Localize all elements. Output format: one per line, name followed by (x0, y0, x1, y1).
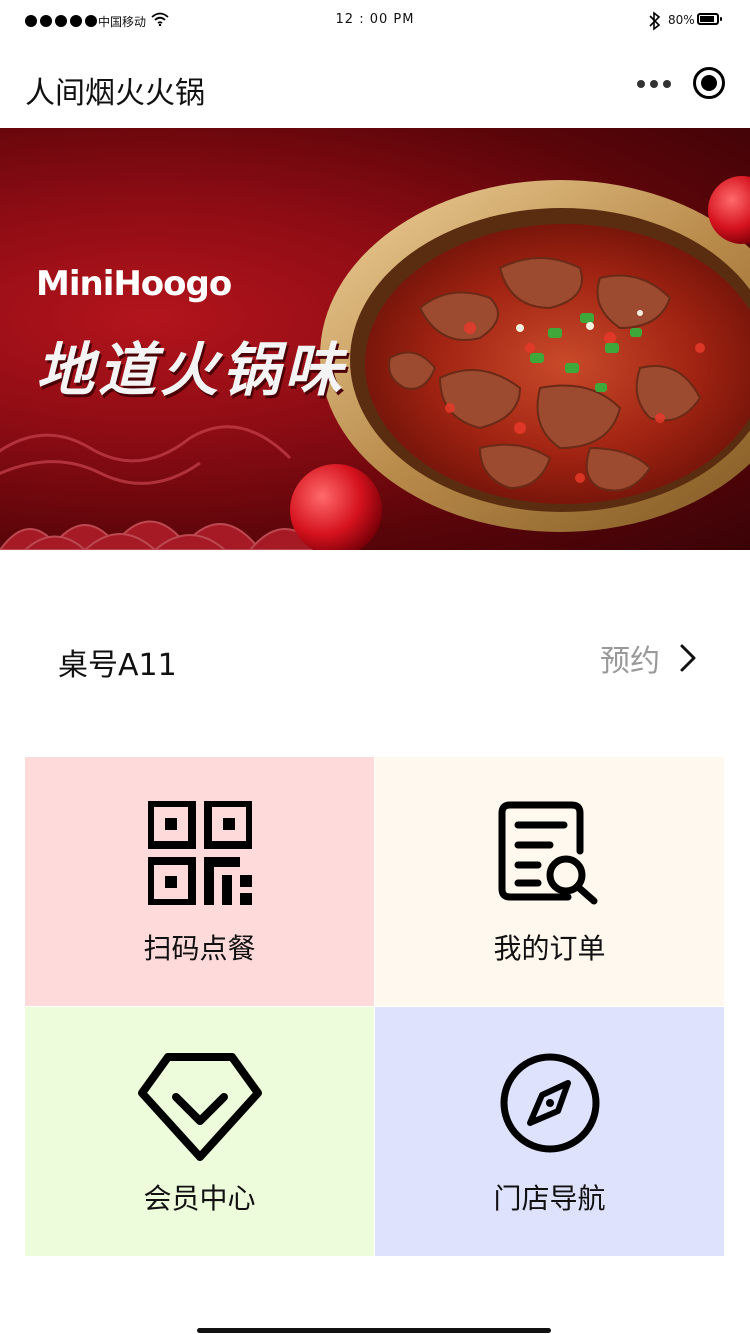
more-dots-icon[interactable] (637, 75, 677, 93)
diamond-icon (137, 1053, 262, 1161)
status-bar: 中国移动 12 : 00 PM 80% (0, 0, 750, 42)
tile-label: 会员中心 (143, 1182, 256, 1215)
bluetooth-icon (649, 11, 661, 31)
tile-my-orders[interactable]: 我的订单 (375, 757, 724, 1006)
battery-percent: 80% (668, 13, 695, 27)
compass-icon (500, 1053, 599, 1153)
table-number-row: 桌号A11 预约 (0, 600, 750, 716)
tile-member-center[interactable]: 会员中心 (25, 1007, 374, 1256)
order-search-icon (498, 801, 597, 905)
battery-icon (697, 13, 722, 25)
page-title: 人间烟火火锅 (25, 76, 205, 111)
qr-code-icon (147, 801, 252, 905)
status-time: 12 : 00 PM (335, 12, 415, 27)
tile-label: 门店导航 (493, 1182, 606, 1215)
reserve-link[interactable]: 预约 (600, 638, 698, 679)
banner-slogan: 地道火锅味 (36, 336, 347, 404)
table-number: 桌号A11 (58, 648, 177, 683)
tile-store-navigation[interactable]: 门店导航 (375, 1007, 724, 1256)
function-grid: 扫码点餐 我的订单 会员中心 门店导航 (25, 757, 724, 1256)
banner-brand: MiniHoogo (36, 264, 232, 304)
hero-banner[interactable]: MiniHoogo 地道火锅味 (0, 128, 750, 550)
reserve-label: 预约 (600, 644, 660, 679)
capsule-close-icon[interactable] (693, 67, 725, 99)
tile-label: 我的订单 (493, 932, 606, 965)
home-indicator[interactable] (197, 1328, 551, 1333)
tile-label: 扫码点餐 (143, 932, 256, 965)
nav-bar: 人间烟火火锅 (0, 42, 750, 128)
chevron-right-icon (680, 644, 696, 672)
tile-scan-order[interactable]: 扫码点餐 (25, 757, 374, 1006)
